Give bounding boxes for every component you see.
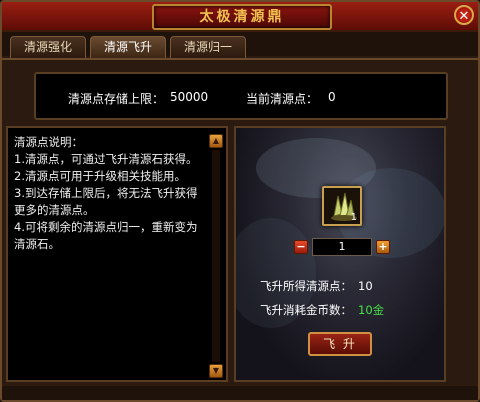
close-button[interactable]: ✕ <box>454 5 474 25</box>
description-panel: 清源点说明： 1.清源点，可通过飞升清源石获得。 2.清源点可用于升级相关技能用… <box>6 126 228 382</box>
description-line: 1.清源点，可通过飞升清源石获得。 <box>14 152 198 166</box>
description-line: 4.可将剩余的清源点归一，重新变为清源石。 <box>14 220 198 251</box>
cost-label: 飞升消耗金币数： <box>260 303 352 317</box>
tab-enhance[interactable]: 清源强化 <box>10 36 86 58</box>
info-bar: 清源点存储上限： 50000 当前清源点： 0 <box>34 72 448 120</box>
description-line: 3.到达存储上限后，将无法飞升获得更多的清源点。 <box>14 186 198 217</box>
tab-divider <box>2 58 478 60</box>
description-text: 清源点说明： 1.清源点，可通过飞升清源石获得。 2.清源点可用于升级相关技能用… <box>14 134 206 253</box>
storage-limit-value: 50000 <box>170 90 209 104</box>
bottom-frame <box>2 386 478 400</box>
scroll-down-arrow-icon[interactable]: ▼ <box>209 364 223 378</box>
gain-stat: 飞升所得清源点： 10 <box>260 278 373 294</box>
scrollbar-track[interactable] <box>212 150 220 362</box>
current-points-label: 当前清源点： <box>246 92 319 106</box>
ascend-button[interactable]: 飞 升 <box>308 332 372 356</box>
current-points-value: 0 <box>328 90 336 104</box>
title-plate: 太极清源鼎 <box>152 4 332 30</box>
window-title: 太极清源鼎 <box>199 9 285 25</box>
gain-label: 飞升所得清源点： <box>260 279 352 293</box>
decrease-button[interactable]: − <box>294 240 308 254</box>
quantity-input[interactable]: 1 <box>312 238 372 256</box>
scroll-up-arrow-icon[interactable]: ▲ <box>209 134 223 148</box>
ascend-panel: 1 − 1 + 飞升所得清源点： 10 飞升消耗金币数： 10金 飞 升 <box>234 126 446 382</box>
tab-unify[interactable]: 清源归一 <box>170 36 246 58</box>
item-slot[interactable]: 1 <box>322 186 362 226</box>
title-bar[interactable]: 太极清源鼎 ✕ <box>2 2 478 32</box>
tab-ascend[interactable]: 清源飞升 <box>90 36 166 58</box>
increase-button[interactable]: + <box>376 240 390 254</box>
item-count: 1 <box>350 212 357 223</box>
gain-value: 10 <box>358 279 373 293</box>
description-title: 清源点说明： <box>14 135 83 149</box>
description-line: 2.清源点可用于升级相关技能用。 <box>14 169 186 183</box>
storage-limit-label: 清源点存储上限： <box>68 92 165 106</box>
game-window: 太极清源鼎 ✕ 清源强化 清源飞升 清源归一 清源点存储上限： 50000 当前… <box>0 0 480 402</box>
cost-stat: 飞升消耗金币数： 10金 <box>260 302 384 318</box>
cost-value: 10金 <box>358 303 385 317</box>
tab-bar: 清源强化 清源飞升 清源归一 <box>2 32 478 58</box>
